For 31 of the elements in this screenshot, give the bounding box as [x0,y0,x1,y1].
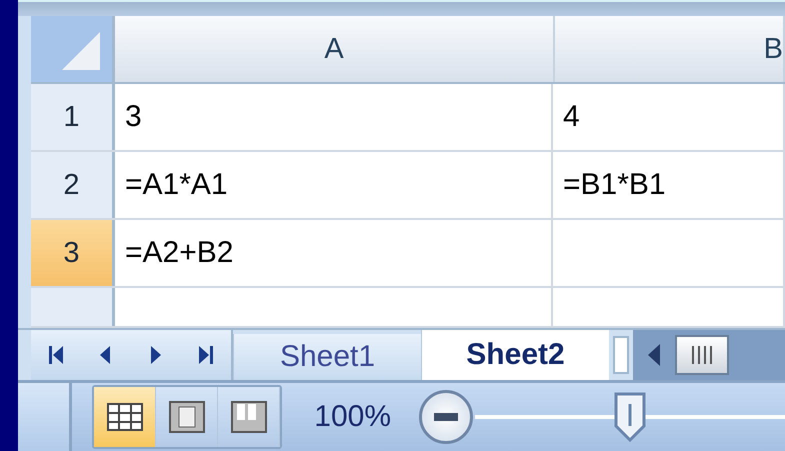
slider-thumb[interactable] [614,392,646,442]
column-header[interactable]: A [115,16,555,82]
minus-icon [434,413,458,421]
first-sheet-icon[interactable] [48,344,64,366]
horizontal-scrollbar[interactable] [633,330,785,380]
table-cell: =A2+B2 [115,220,553,286]
zoom-slider[interactable] [475,392,785,442]
grip-icon [691,346,713,364]
table-cell: 3 [115,84,553,150]
corner-triangle-icon [62,32,100,70]
grid-icon [106,403,143,431]
last-sheet-icon[interactable] [198,344,214,366]
view-button[interactable] [94,387,156,447]
table-cell: 4 [553,84,785,150]
page-icon [168,401,205,433]
zoom-level[interactable]: 100% [314,400,391,434]
scroll-left-icon [647,343,661,367]
row-header[interactable]: 1 [31,84,115,150]
table-cell: =A1*A1 [115,152,553,218]
sheet-tab[interactable]: Sheet2 [421,330,609,380]
sheet-tab[interactable]: Sheet1 [233,334,421,380]
row-header[interactable]: 3 [31,220,115,286]
view-button[interactable] [156,387,218,447]
row-header[interactable]: 2 [31,152,115,218]
view-button[interactable] [218,387,280,447]
table-cell: =B1*B1 [553,152,785,218]
zoom-out-button[interactable] [419,390,473,444]
page-break-icon [230,401,267,433]
status-panel [18,383,72,451]
scroll-thumb[interactable] [675,335,729,375]
column-header[interactable]: B [555,16,785,82]
